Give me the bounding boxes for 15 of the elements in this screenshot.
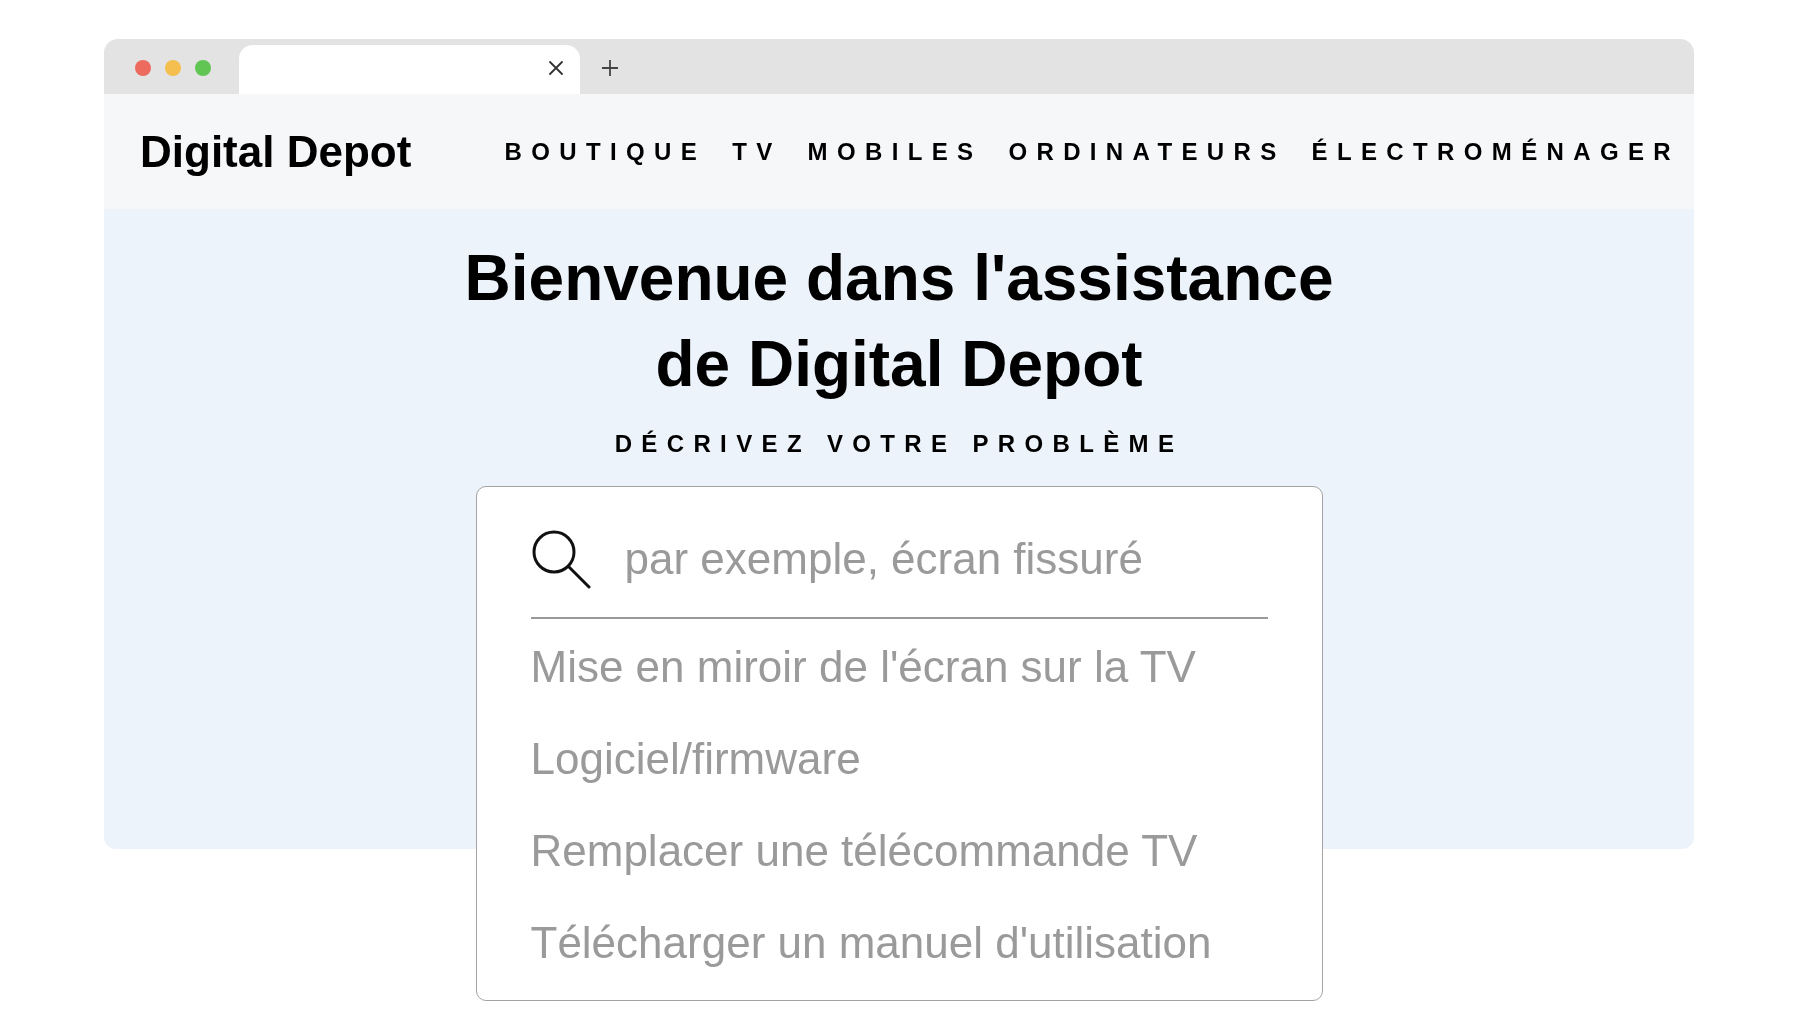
hero-subtitle: DÉCRIVEZ VOTRE PROBLÈME [614,429,1184,459]
search-icon [530,529,591,589]
window-control-icon[interactable] [195,59,211,76]
site-logo[interactable]: Digital Depot [140,125,412,178]
window-control-icon[interactable] [165,59,181,76]
hero-title: Bienvenue dans l'assistance de Digital Depot [463,241,1335,402]
close-icon[interactable] [549,60,563,75]
search-field[interactable]: par exemple, écran fissuré [530,529,1268,619]
window-control-icon[interactable] [135,59,151,76]
nav-link[interactable]: TV [732,136,782,167]
plus-icon[interactable] [602,59,618,76]
nav-link[interactable]: ORDINATEURS [1008,136,1286,167]
nav-link[interactable]: MOBILES [807,136,983,167]
nav-link[interactable]: ÉLECTROMÉNAGER [1311,136,1680,167]
nav-link[interactable]: BOUTIQUE [504,136,707,167]
